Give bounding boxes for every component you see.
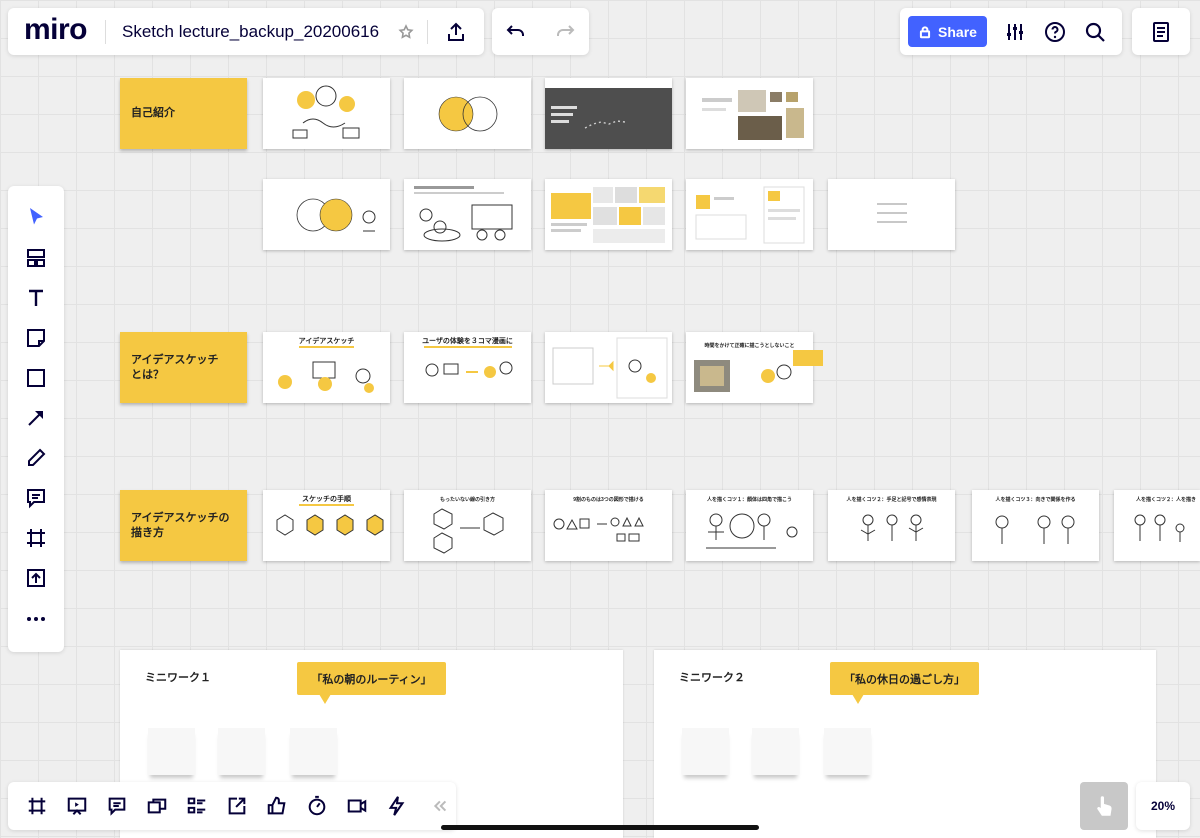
frames-icon[interactable] [22, 791, 52, 821]
sticky-note-icon[interactable] [23, 325, 49, 351]
zoom-panel: 20% [1136, 782, 1190, 830]
lock-icon [918, 25, 932, 39]
frame-title: ミニワーク１ [145, 672, 211, 684]
divider [105, 20, 106, 44]
timer-icon[interactable] [302, 791, 332, 821]
zoom-level[interactable]: 20% [1151, 799, 1175, 813]
sticky-note[interactable] [290, 728, 337, 775]
slide-thumbnail[interactable]: 9割のものは3つの図形で描ける [545, 490, 672, 561]
templates-icon[interactable] [23, 245, 49, 271]
hand-tool-button[interactable] [1080, 782, 1128, 830]
slide-caption: 人を描くコツ２：手足と記号で感情表現 [846, 497, 937, 503]
slide-caption: 人を描くコツ１：顔体は四角で描こう [706, 497, 792, 503]
redo-icon[interactable] [552, 19, 578, 45]
section-label[interactable]: アイデアスケッチの 描き方 [120, 490, 247, 561]
help-icon[interactable] [1042, 19, 1068, 45]
upload-icon[interactable] [23, 565, 49, 591]
left-toolbar [8, 186, 64, 652]
slide-caption: もったいない線の引き方 [439, 497, 495, 503]
select-cursor-icon[interactable] [23, 204, 49, 230]
slide-caption: 人を描くコツ２：人を描き [1136, 497, 1197, 503]
slide-thumbnail[interactable]: もったいない線の引き方 [404, 490, 531, 561]
shape-icon[interactable] [23, 365, 49, 391]
undo-redo-panel [492, 8, 589, 55]
home-indicator [441, 825, 759, 830]
slide-thumbnail[interactable]: 人を描くコツ３：向きで関係を作る [972, 490, 1099, 561]
undo-icon[interactable] [503, 19, 529, 45]
slide-caption: 9割のものは3つの図形で描ける [573, 497, 644, 503]
slide-caption: スケッチの手順 [302, 496, 351, 503]
slide-thumbnail[interactable] [545, 332, 672, 403]
section-label[interactable]: アイデアスケッチ とは？ [120, 332, 247, 403]
divider [427, 20, 428, 44]
sticky-note[interactable] [682, 728, 729, 775]
slide-thumbnail[interactable]: スケッチの手順 [263, 490, 390, 561]
slide-thumbnail[interactable]: 人を描くコツ１：顔体は四角で描こう [686, 490, 813, 561]
comment-icon[interactable] [23, 485, 49, 511]
section-label[interactable]: 自己紹介 [120, 78, 247, 149]
board-title[interactable]: Sketch lecture_backup_20200616 [122, 22, 379, 42]
settings-sliders-icon[interactable] [1002, 19, 1028, 45]
slide-thumbnail[interactable]: 人を描くコツ２：人を描き [1114, 490, 1200, 561]
presentation-icon[interactable] [62, 791, 92, 821]
speech-bubble[interactable]: 「私の朝のルーティン」 [297, 662, 446, 704]
slide-thumbnail[interactable]: アイデアスケッチ [263, 332, 390, 403]
screen-share-icon[interactable] [222, 791, 252, 821]
slide-caption: 時間をかけて正確に描こうとしないこと [704, 343, 795, 349]
frame-title: ミニワーク２ [679, 672, 745, 684]
slide-thumbnail[interactable] [404, 78, 531, 149]
hand-tool-icon [1097, 796, 1112, 816]
comments-icon[interactable] [102, 791, 132, 821]
activity-icon[interactable] [382, 791, 412, 821]
slide-thumbnail[interactable] [545, 179, 672, 250]
pen-icon[interactable] [23, 445, 49, 471]
miro-logo[interactable]: miro [24, 13, 88, 47]
slide-thumbnail[interactable] [545, 78, 672, 149]
star-icon[interactable] [394, 20, 418, 44]
notes-icon[interactable] [1148, 19, 1174, 45]
slide-thumbnail[interactable]: ユーザの体験を３コマ漫画に [404, 332, 531, 403]
sticky-note[interactable] [148, 728, 195, 775]
slide-caption: 人を描くコツ３：向きで関係を作る [995, 497, 1076, 503]
collapse-icon[interactable] [424, 791, 454, 821]
slide-thumbnail[interactable] [263, 78, 390, 149]
video-chat-icon[interactable] [142, 791, 172, 821]
slide-thumbnail[interactable] [263, 179, 390, 250]
collaboration-panel: Share [900, 8, 1122, 55]
slide-caption: ユーザの体験を３コマ漫画に [422, 338, 513, 345]
frame-icon[interactable] [23, 525, 49, 551]
cards-icon[interactable] [182, 791, 212, 821]
sticky-note[interactable] [824, 728, 871, 775]
export-icon[interactable] [443, 19, 469, 45]
slide-thumbnail[interactable] [828, 179, 955, 250]
more-icon[interactable] [23, 606, 49, 632]
text-icon[interactable] [23, 285, 49, 311]
sticky-note[interactable] [752, 728, 799, 775]
reactions-icon[interactable] [262, 791, 292, 821]
slide-thumbnail[interactable] [686, 179, 813, 250]
slide-thumbnail[interactable]: 時間をかけて正確に描こうとしないこと [686, 332, 813, 403]
share-label: Share [938, 23, 977, 40]
video-icon[interactable] [342, 791, 372, 821]
bottom-toolbar [8, 782, 456, 830]
slide-thumbnail[interactable] [404, 179, 531, 250]
board-header: miro Sketch lecture_backup_20200616 [8, 8, 484, 55]
arrow-icon[interactable] [23, 405, 49, 431]
slide-caption: アイデアスケッチ [298, 338, 355, 345]
notes-panel [1132, 8, 1190, 55]
speech-sticker [793, 350, 823, 366]
speech-bubble[interactable]: 「私の休日の過ごし方」 [830, 662, 979, 704]
share-button[interactable]: Share [908, 16, 987, 47]
slide-thumbnail[interactable] [686, 78, 813, 149]
search-icon[interactable] [1082, 19, 1108, 45]
slide-thumbnail[interactable]: 人を描くコツ２：手足と記号で感情表現 [828, 490, 955, 561]
sticky-note[interactable] [218, 728, 265, 775]
